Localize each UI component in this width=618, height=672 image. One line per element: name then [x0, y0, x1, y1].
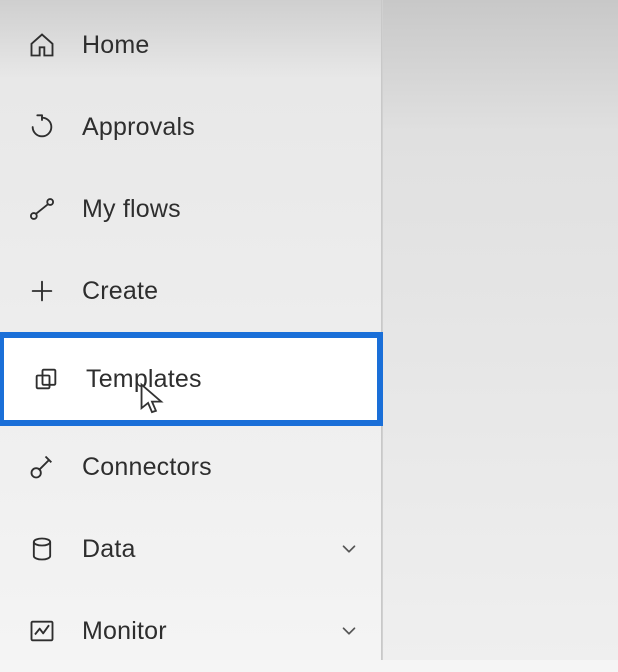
flows-icon: [26, 193, 58, 225]
approvals-icon: [26, 111, 58, 143]
chevron-down-icon: [335, 617, 363, 645]
sidebar-item-label: Connectors: [82, 453, 212, 482]
plus-icon: [26, 275, 58, 307]
sidebar-item-create[interactable]: Create: [0, 250, 381, 332]
home-icon: [26, 29, 58, 61]
data-icon: [26, 533, 58, 565]
sidebar-item-label: My flows: [82, 195, 181, 224]
sidebar-item-label: Templates: [86, 365, 202, 394]
sidebar-item-home[interactable]: Home: [0, 4, 381, 86]
sidebar-item-label: Monitor: [82, 617, 167, 646]
sidebar-item-label: Approvals: [82, 113, 195, 142]
templates-icon: [30, 363, 62, 395]
sidebar-item-approvals[interactable]: Approvals: [0, 86, 381, 168]
sidebar-item-connectors[interactable]: Connectors: [0, 426, 381, 508]
sidebar-nav: Home Approvals My flows Create: [0, 0, 382, 660]
monitor-icon: [26, 615, 58, 647]
sidebar-item-templates[interactable]: Templates: [0, 332, 383, 426]
connectors-icon: [26, 451, 58, 483]
sidebar-item-my-flows[interactable]: My flows: [0, 168, 381, 250]
chevron-down-icon: [335, 535, 363, 563]
sidebar-item-label: Home: [82, 31, 150, 60]
main-content-area: [382, 0, 618, 660]
sidebar-item-label: Create: [82, 277, 158, 306]
sidebar-item-data[interactable]: Data: [0, 508, 381, 590]
sidebar-item-label: Data: [82, 535, 136, 564]
